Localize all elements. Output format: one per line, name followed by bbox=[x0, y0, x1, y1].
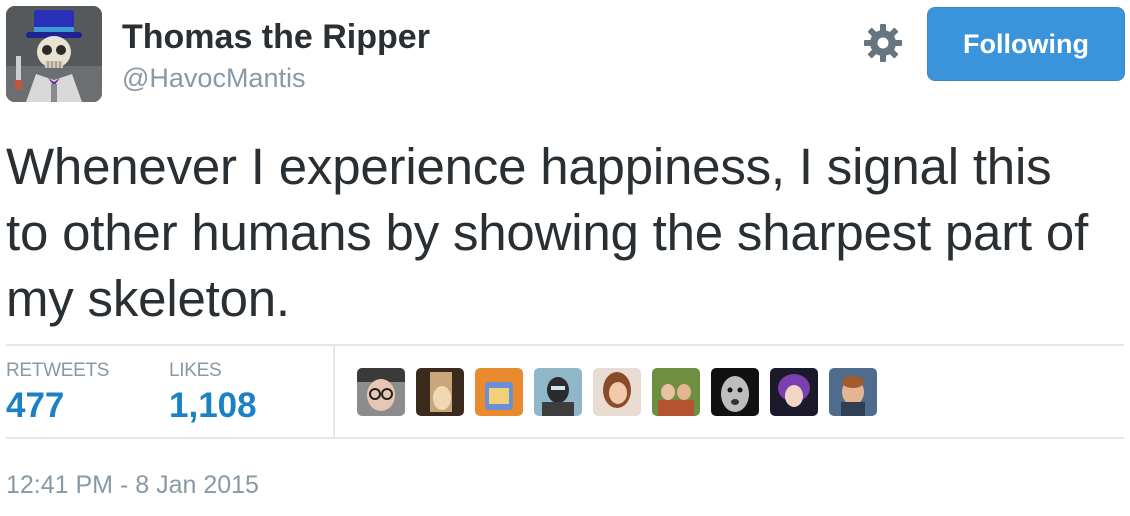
stats-vertical-divider bbox=[333, 346, 335, 437]
following-button[interactable]: Following bbox=[927, 7, 1125, 81]
liker-avatar-4[interactable] bbox=[534, 368, 582, 416]
retweets-count[interactable]: 477 bbox=[6, 386, 64, 426]
liker-avatar-3[interactable] bbox=[475, 368, 523, 416]
liker-avatar-8[interactable] bbox=[770, 368, 818, 416]
tweet-timestamp[interactable]: 12:41 PM - 8 Jan 2015 bbox=[6, 471, 259, 500]
likers-avatar-list bbox=[357, 368, 877, 416]
retweets-label[interactable]: RETWEETS bbox=[6, 360, 109, 382]
stats-bottom-divider bbox=[6, 437, 1124, 439]
liker-avatar-2[interactable] bbox=[416, 368, 464, 416]
liker-avatar-7[interactable] bbox=[711, 368, 759, 416]
gear-icon[interactable] bbox=[862, 22, 904, 64]
author-display-name[interactable]: Thomas the Ripper bbox=[122, 18, 430, 57]
liker-avatar-5[interactable] bbox=[593, 368, 641, 416]
liker-avatar-6[interactable] bbox=[652, 368, 700, 416]
liker-avatar-1[interactable] bbox=[357, 368, 405, 416]
tweet-text: Whenever I experience happiness, I signa… bbox=[6, 138, 1089, 327]
author-avatar[interactable] bbox=[6, 6, 102, 102]
likes-label[interactable]: LIKES bbox=[169, 360, 222, 382]
liker-avatar-9[interactable] bbox=[829, 368, 877, 416]
skeleton-top-hat-avatar-icon bbox=[6, 6, 102, 102]
likes-count[interactable]: 1,108 bbox=[169, 386, 257, 426]
author-screen-name[interactable]: @HavocMantis bbox=[122, 63, 305, 94]
stats-top-divider bbox=[6, 344, 1124, 346]
